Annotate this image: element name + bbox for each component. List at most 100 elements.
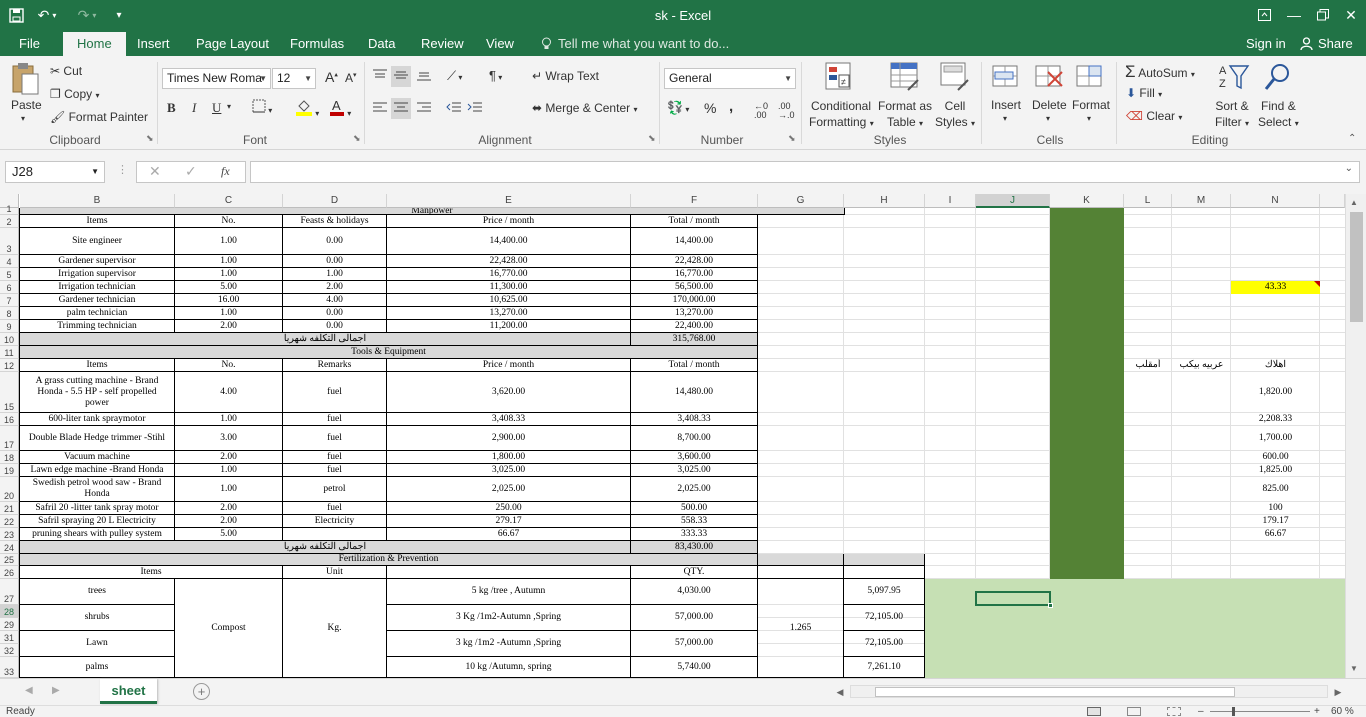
format-as-table-button[interactable]: Format as Table ▾ [875, 98, 935, 132]
tools-header[interactable]: Remarks [283, 359, 387, 372]
row-header-31[interactable]: 31 [0, 631, 19, 644]
row-header-26[interactable]: 26 [0, 566, 19, 579]
row-header-18[interactable]: 18 [0, 451, 19, 464]
fertilization-header-h[interactable] [844, 566, 925, 579]
manpower-cell[interactable]: 1.00 [175, 268, 283, 281]
fertilization-header-unit[interactable]: Unit [283, 566, 387, 579]
zoom-level[interactable]: 60 % [1331, 706, 1354, 717]
fertilization-item[interactable]: Lawn [20, 631, 175, 657]
manpower-cell[interactable]: Irrigation supervisor [20, 268, 175, 281]
yellow-cell-n6[interactable]: 43.33 [1231, 281, 1320, 294]
find-select-button[interactable]: Find & Select ▾ [1258, 98, 1299, 132]
tools-cell[interactable]: fuel [283, 502, 387, 515]
tools-cell[interactable]: petrol [283, 477, 387, 502]
cancel-icon[interactable]: ✕ [149, 163, 161, 180]
tools-cell[interactable]: 279.17 [387, 515, 631, 528]
fertilization-rate[interactable]: 10 kg /Autumn, spring [387, 657, 631, 678]
manpower-header[interactable]: Feasts & holidays [283, 215, 387, 228]
tools-cell[interactable]: 5.00 [175, 528, 283, 541]
tab-home[interactable]: Home [63, 32, 126, 56]
tools-cell[interactable]: 3,600.00 [631, 451, 758, 464]
minimize-icon[interactable]: — [1279, 4, 1309, 26]
manpower-cell[interactable]: 4.00 [283, 294, 387, 307]
number-launcher-icon[interactable]: ⬊ [788, 133, 796, 144]
tools-cell[interactable]: fuel [283, 426, 387, 451]
row-header-10[interactable]: 10 [0, 333, 19, 346]
cell-styles-button[interactable]: Cell Styles ▾ [932, 98, 978, 132]
font-launcher-icon[interactable]: ⬊ [353, 133, 361, 144]
scroll-up-icon[interactable]: ▲ [1350, 198, 1358, 207]
fertilization-factor[interactable]: 1.265 [758, 579, 844, 678]
copy-button[interactable]: ❐ Copy ▾ [50, 87, 99, 101]
tools-cell[interactable]: Lawn edge machine -Brand Honda [20, 464, 175, 477]
decrease-font-icon[interactable]: A▾ [345, 71, 357, 85]
depreciation-cell[interactable]: 1,825.00 [1231, 464, 1320, 477]
merge-center-button[interactable]: ⬌ Merge & Center ▾ [532, 101, 637, 115]
fertilization-qty[interactable]: 57,000.00 [631, 631, 758, 657]
fertilization-unit[interactable]: Kg. [283, 579, 387, 678]
manpower-header[interactable]: Total / month [631, 215, 758, 228]
manpower-cell[interactable]: 16,770.00 [387, 268, 631, 281]
fill-color-button[interactable]: ▾ [295, 98, 319, 119]
clear-button[interactable]: ⌫ Clear ▾ [1126, 109, 1182, 123]
manpower-title[interactable]: Manpower [20, 208, 845, 215]
tab-file[interactable]: File [19, 32, 40, 56]
tools-cell[interactable]: 1.00 [175, 413, 283, 426]
depreciation-cell[interactable]: 179.17 [1231, 515, 1320, 528]
tab-data[interactable]: Data [368, 32, 395, 56]
tools-cell[interactable]: 14,480.00 [631, 372, 758, 413]
manpower-cell[interactable]: 22,428.00 [387, 255, 631, 268]
fertilization-header-qty[interactable]: QTY. [631, 566, 758, 579]
tools-header[interactable]: No. [175, 359, 283, 372]
row-header-3[interactable]: 3 [0, 228, 19, 255]
row-header-7[interactable]: 7 [0, 294, 19, 307]
fertilization-rate[interactable]: 5 kg /tree , Autumn [387, 579, 631, 605]
sign-in-link[interactable]: Sign in [1246, 32, 1286, 56]
decrease-decimal-icon[interactable]: .00 →.0 [778, 102, 795, 120]
row-header-8[interactable]: 8 [0, 307, 19, 320]
insert-dropdown-icon[interactable]: ▾ [1003, 114, 1007, 123]
tell-me-search[interactable]: Tell me what you want to do... [558, 32, 729, 56]
fertilization-item[interactable]: trees [20, 579, 175, 605]
save-icon[interactable] [6, 5, 26, 25]
tools-cell[interactable]: 2,025.00 [631, 477, 758, 502]
expand-formula-icon[interactable]: ⌄ [1345, 163, 1353, 174]
customize-toolbar-icon[interactable]: ▾ [112, 5, 126, 25]
depreciation-cell[interactable]: 825.00 [1231, 477, 1320, 502]
format-as-table-icon[interactable] [890, 62, 920, 95]
tools-header[interactable]: Price / month [387, 359, 631, 372]
paste-dropdown-icon[interactable]: ▾ [21, 114, 25, 123]
comment-indicator-icon[interactable] [1314, 281, 1320, 287]
tools-header[interactable]: Items [20, 359, 175, 372]
active-cell-selection[interactable] [975, 591, 1051, 606]
fertilization-title[interactable]: Fertilization & Prevention [20, 554, 758, 566]
restore-icon[interactable] [1308, 4, 1338, 26]
column-header-f[interactable]: F [631, 194, 758, 208]
fertilization-header-items[interactable]: Items [20, 566, 283, 579]
row-header-6[interactable]: 6 [0, 281, 19, 294]
find-select-icon[interactable] [1263, 62, 1293, 95]
page-break-view-icon[interactable] [1167, 707, 1181, 716]
scroll-down-icon[interactable]: ▼ [1350, 664, 1358, 673]
middle-align-icon[interactable] [391, 66, 411, 87]
tools-cell[interactable] [283, 528, 387, 541]
tab-view[interactable]: View [486, 32, 514, 56]
font-color-button[interactable]: A ▾ [329, 98, 351, 119]
format-cells-button[interactable]: Format [1072, 98, 1110, 112]
column-header-k[interactable]: K [1050, 194, 1124, 208]
scroll-thumb[interactable] [1350, 212, 1363, 322]
zoom-slider[interactable] [1210, 711, 1310, 712]
zoom-slider-thumb[interactable] [1232, 707, 1235, 716]
manpower-cell[interactable]: palm technician [20, 307, 175, 320]
tools-cell[interactable]: 558.33 [631, 515, 758, 528]
fill-handle[interactable] [1048, 603, 1053, 608]
manpower-cell[interactable]: 0.00 [283, 255, 387, 268]
tools-cell[interactable]: 3,025.00 [631, 464, 758, 477]
manpower-total-label[interactable]: اجمالى التكلفه شهريا [20, 333, 631, 346]
tools-cell[interactable]: 2.00 [175, 515, 283, 528]
column-header-b[interactable]: B [20, 194, 175, 208]
row-header-4[interactable]: 4 [0, 255, 19, 268]
align-right-icon[interactable] [416, 100, 432, 117]
row-header-12[interactable]: 12 [0, 359, 19, 372]
manpower-cell[interactable]: 16,770.00 [631, 268, 758, 281]
